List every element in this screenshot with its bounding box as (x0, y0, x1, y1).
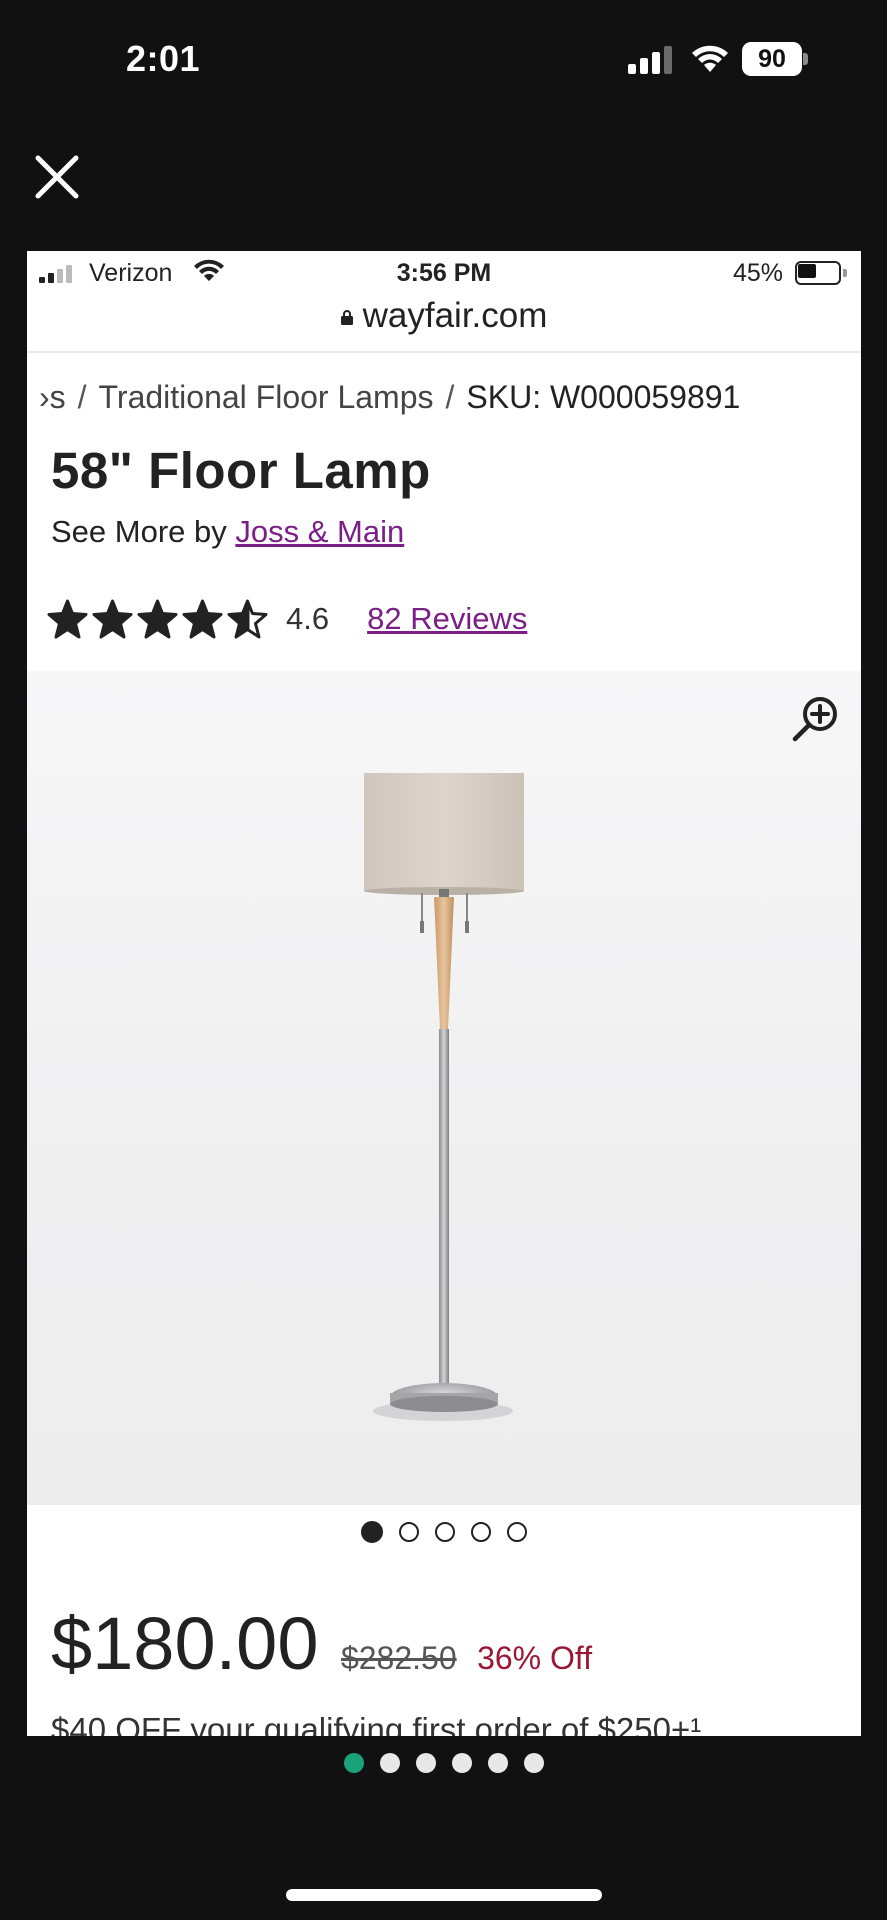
product-image[interactable] (27, 671, 861, 1505)
cellular-signal-icon (628, 46, 672, 74)
carousel-dot[interactable] (399, 1522, 419, 1542)
close-icon[interactable] (30, 150, 84, 204)
promo-text: $40 OFF your qualifying first order of $… (51, 1711, 702, 1736)
price-row: $180.00 $282.50 36% Off (51, 1601, 593, 1685)
page-indicator (0, 1753, 887, 1777)
page-dot[interactable] (487, 1753, 508, 1773)
see-more-by: See More by Joss & Main (51, 514, 404, 550)
address-bar[interactable]: wayfair.com (27, 291, 861, 353)
discount-badge: 36% Off (477, 1640, 593, 1676)
phone-status-bar: 2:01 90 (0, 0, 887, 120)
star-icon (137, 599, 178, 638)
wifi-icon (692, 45, 728, 72)
sku-label: SKU: W000059891 (466, 379, 741, 415)
battery-icon (795, 261, 847, 285)
breadcrumb: ›s / Traditional Floor Lamps / SKU: W0000598… (27, 379, 861, 425)
carousel-dot[interactable] (361, 1521, 383, 1543)
star-icon (92, 599, 133, 638)
battery-level: 90 (742, 42, 802, 76)
breadcrumb-item[interactable]: Traditional Floor Lamps (99, 379, 434, 415)
star-icon (182, 599, 223, 638)
image-carousel-dots (27, 1521, 861, 1545)
carousel-dot[interactable] (471, 1522, 491, 1542)
zoom-in-icon[interactable] (791, 693, 841, 743)
breadcrumb-item[interactable]: ›s (39, 379, 66, 415)
battery-icon: 90 (742, 42, 808, 76)
breadcrumb-separator: / (77, 379, 87, 415)
rating-value: 4.6 (286, 601, 330, 636)
battery-percent: 45% (733, 259, 784, 287)
floor-lamp-image (364, 773, 524, 1421)
carousel-dot[interactable] (507, 1522, 527, 1542)
inner-status-bar: Verizon 3:56 PM 45% (27, 251, 861, 291)
carousel-dot[interactable] (435, 1522, 455, 1542)
star-rating (47, 599, 268, 640)
lock-icon (340, 310, 353, 325)
original-price: $282.50 (340, 1640, 457, 1676)
rating-row: 4.6 82 Reviews (47, 596, 527, 642)
star-icon (227, 599, 268, 638)
page-dot[interactable] (379, 1753, 400, 1773)
reviews-link[interactable]: 82 Reviews (367, 601, 527, 637)
page-dot[interactable] (523, 1753, 544, 1773)
phone-clock: 2:01 (126, 38, 201, 79)
screenshot-frame: Verizon 3:56 PM 45% wayfair.com ›s / Tradi… (27, 251, 861, 1736)
sale-price: $180.00 (51, 1602, 319, 1685)
breadcrumb-separator: / (445, 379, 455, 415)
brand-link[interactable]: Joss & Main (235, 514, 404, 549)
star-icon (47, 599, 88, 638)
page-dot[interactable] (415, 1753, 436, 1773)
page-dot[interactable] (451, 1753, 472, 1773)
product-title: 58" Floor Lamp (51, 442, 431, 499)
see-more-prefix: See More by (51, 514, 227, 549)
page-dot[interactable] (343, 1753, 364, 1773)
home-indicator[interactable] (286, 1889, 602, 1901)
url-text: wayfair.com (362, 296, 548, 335)
